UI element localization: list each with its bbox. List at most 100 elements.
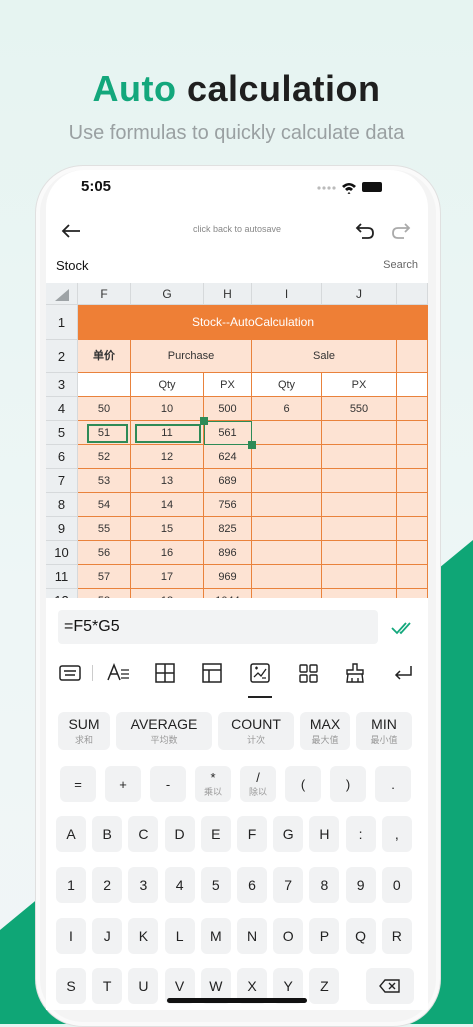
cell-k6[interactable]	[397, 445, 428, 469]
row-header-8[interactable]: 8	[46, 493, 78, 517]
cell-j10[interactable]	[322, 541, 397, 565]
cell-j5[interactable]	[322, 421, 397, 445]
key[interactable]: :	[345, 816, 376, 852]
cell-k7[interactable]	[397, 469, 428, 493]
cell-i9[interactable]	[252, 517, 322, 541]
max-function-button[interactable]: MAX 最大值	[300, 712, 350, 750]
search-button[interactable]: Search	[383, 259, 418, 271]
cell-h11[interactable]: 969	[204, 565, 252, 589]
clear-brush-icon[interactable]	[342, 660, 368, 686]
cell-f12[interactable]: 58	[78, 589, 131, 598]
key[interactable]: Q	[345, 918, 376, 954]
row-header-9[interactable]: 9	[46, 517, 78, 541]
cell-g3[interactable]: Qty	[131, 373, 204, 397]
confirm-check-icon[interactable]	[390, 618, 414, 638]
key[interactable]: U	[128, 968, 159, 1004]
key[interactable]: R	[381, 918, 412, 954]
key[interactable]: B	[92, 816, 123, 852]
cell-i6[interactable]	[252, 445, 322, 469]
sum-function-button[interactable]: SUM 求和	[58, 712, 110, 750]
cell-j12[interactable]	[322, 589, 397, 598]
cell-f4[interactable]: 50	[78, 397, 131, 421]
key[interactable]: K	[128, 918, 159, 954]
cell-h6[interactable]: 624	[204, 445, 252, 469]
cell-k3[interactable]	[397, 373, 428, 397]
column-header-i[interactable]: I	[252, 283, 322, 305]
cell-k9[interactable]	[397, 517, 428, 541]
cell-h3[interactable]: PX	[204, 373, 252, 397]
operator-key[interactable]: -	[150, 766, 186, 802]
cell-f10[interactable]: 56	[78, 541, 131, 565]
cell-k11[interactable]	[397, 565, 428, 589]
key[interactable]: T	[92, 968, 123, 1004]
cell-f6[interactable]: 52	[78, 445, 131, 469]
cell-k8[interactable]	[397, 493, 428, 517]
key[interactable]: P	[309, 918, 340, 954]
cell-sale-header[interactable]: Sale	[252, 340, 397, 373]
cell-j9[interactable]	[322, 517, 397, 541]
cell-i8[interactable]	[252, 493, 322, 517]
key[interactable]: A	[56, 816, 86, 852]
cell-j4[interactable]: 550	[322, 397, 397, 421]
cell-i11[interactable]	[252, 565, 322, 589]
row-header-2[interactable]: 2	[46, 340, 78, 373]
cell-h7[interactable]: 689	[204, 469, 252, 493]
cell-h12[interactable]: 1044	[204, 589, 252, 598]
cell-g6[interactable]: 12	[131, 445, 204, 469]
key[interactable]: E	[200, 816, 231, 852]
column-header-next[interactable]	[397, 283, 428, 305]
row-header-5[interactable]: 5	[46, 421, 78, 445]
key[interactable]: N	[237, 918, 267, 954]
min-function-button[interactable]: MIN 最小值	[356, 712, 412, 750]
key[interactable]: F	[237, 816, 267, 852]
count-function-button[interactable]: COUNT 计次	[218, 712, 294, 750]
key[interactable]: D	[164, 816, 195, 852]
operator-key[interactable]: =	[60, 766, 96, 802]
cell-h4[interactable]: 500	[204, 397, 252, 421]
cell-k5[interactable]	[397, 421, 428, 445]
apps-grid-icon[interactable]	[295, 660, 321, 686]
cell-g11[interactable]: 17	[131, 565, 204, 589]
key[interactable]: O	[273, 918, 304, 954]
row-header-12[interactable]: 12	[46, 589, 78, 598]
operator-key[interactable]: .	[375, 766, 411, 802]
cell-purchase-header[interactable]: Purchase	[131, 340, 252, 373]
selection-handle-bottom[interactable]	[248, 441, 256, 449]
cell-i12[interactable]	[252, 589, 322, 598]
cell-k4[interactable]	[397, 397, 428, 421]
cell-g9[interactable]: 15	[131, 517, 204, 541]
row-header-4[interactable]: 4	[46, 397, 78, 421]
row-header-7[interactable]: 7	[46, 469, 78, 493]
select-all-corner[interactable]	[46, 283, 78, 305]
operator-key[interactable]: * 乘以	[195, 766, 231, 802]
cell-i7[interactable]	[252, 469, 322, 493]
cell-g7[interactable]: 13	[131, 469, 204, 493]
key[interactable]: C	[128, 816, 159, 852]
cell-j8[interactable]	[322, 493, 397, 517]
key[interactable]: L	[164, 918, 195, 954]
row-header-11[interactable]: 11	[46, 565, 78, 589]
cell-g12[interactable]: 18	[131, 589, 204, 598]
cell-g10[interactable]: 16	[131, 541, 204, 565]
cell-f7[interactable]: 53	[78, 469, 131, 493]
cell-i5[interactable]	[252, 421, 322, 445]
enter-key-icon[interactable]	[390, 660, 416, 686]
key[interactable]: 2	[92, 867, 123, 903]
cell-i4[interactable]: 6	[252, 397, 322, 421]
cell-j7[interactable]	[322, 469, 397, 493]
cell-g8[interactable]: 14	[131, 493, 204, 517]
key[interactable]: 7	[273, 867, 304, 903]
key[interactable]: G	[273, 816, 304, 852]
column-header-f[interactable]: F	[78, 283, 131, 305]
cell-g4[interactable]: 10	[131, 397, 204, 421]
cell-f2[interactable]: 单价	[78, 340, 131, 373]
title-cell[interactable]: Stock--AutoCalculation	[78, 305, 428, 340]
cell-f11[interactable]: 57	[78, 565, 131, 589]
sheet-name[interactable]: Stock	[56, 258, 89, 273]
key[interactable]: 9	[345, 867, 376, 903]
cell-j3[interactable]: PX	[322, 373, 397, 397]
column-header-g[interactable]: G	[131, 283, 204, 305]
formula-input[interactable]: =F5*G5	[58, 610, 378, 644]
cell-k12[interactable]	[397, 589, 428, 598]
key[interactable]: 5	[200, 867, 231, 903]
